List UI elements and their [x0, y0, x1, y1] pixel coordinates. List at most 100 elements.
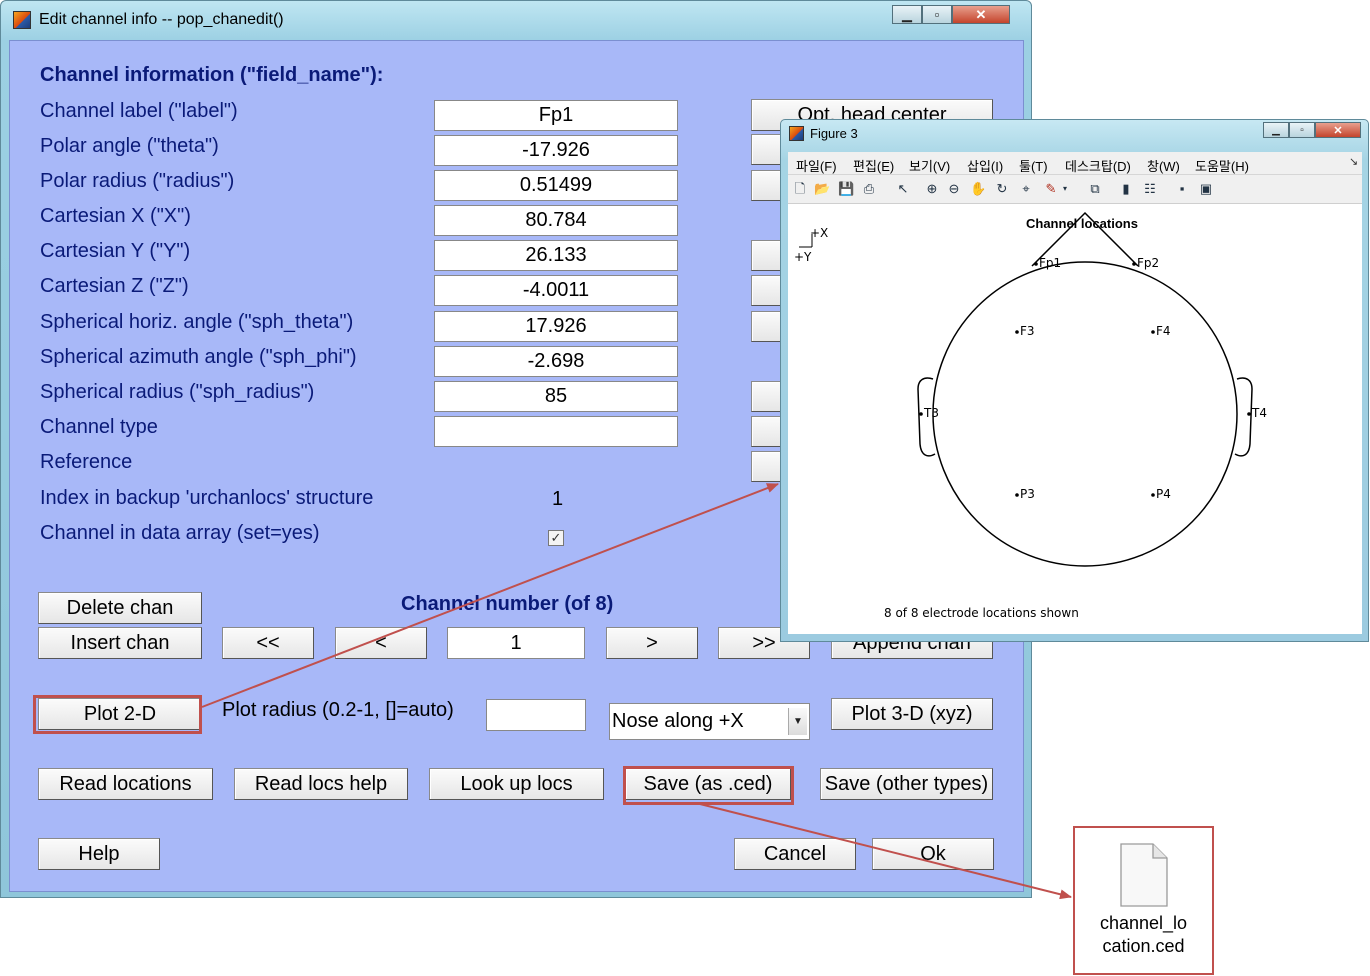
file-name[interactable]: channel_lo cation.ced	[1075, 912, 1212, 958]
menu-insert[interactable]: 삽입(I)	[967, 156, 1003, 175]
electrode-marker-t3	[919, 412, 923, 416]
ok-button[interactable]: Ok	[872, 838, 994, 870]
channel-label-field[interactable]: Fp1	[434, 100, 678, 131]
figure-title: Figure 3	[810, 126, 858, 141]
data-cursor-icon[interactable]: ⌖	[1018, 181, 1034, 197]
plot-radius-label: Plot radius (0.2-1, []=auto)	[222, 699, 454, 721]
brush-dropdown-icon[interactable]: ▾	[1060, 181, 1070, 197]
label-polar-radius: Polar radius ("radius")	[40, 170, 235, 192]
window-title: Edit channel info -- pop_chanedit()	[39, 11, 284, 28]
colorbar-icon[interactable]: ▮	[1118, 181, 1134, 197]
polar-radius-field[interactable]: 0.51499	[434, 170, 678, 201]
electrode-label-p4: P4	[1156, 487, 1171, 501]
figure-matlab-logo-icon	[789, 126, 804, 141]
hide-plot-tools-icon[interactable]: ▪	[1174, 181, 1190, 197]
save-other-types-button[interactable]: Save (other types)	[820, 768, 993, 800]
electrode-label-p3: P3	[1020, 487, 1035, 501]
matlab-logo-icon	[13, 11, 31, 29]
help-button[interactable]: Help	[38, 838, 160, 870]
menu-desktop[interactable]: 데스크탑(D)	[1065, 156, 1131, 175]
electrode-label-f4: F4	[1156, 324, 1171, 338]
print-figure-icon[interactable]: ⎙	[861, 181, 877, 197]
label-reference: Reference	[40, 451, 133, 473]
save-figure-icon[interactable]: 💾	[838, 181, 854, 197]
cartesian-z-field[interactable]: -4.0011	[434, 275, 678, 306]
file-name-line2: cation.ced	[1102, 936, 1185, 956]
sph-phi-field[interactable]: -2.698	[434, 346, 678, 377]
figure-toolbar: 🗋 📂 💾 ⎙ ↖ ⊕ ⊖ ✋ ↻ ⌖ ✎ ▾ ⧉ ▮ ☷ ▪ ▣	[788, 175, 1362, 204]
label-sph-radius: Spherical radius ("sph_radius")	[40, 381, 315, 403]
look-up-locs-button[interactable]: Look up locs	[429, 768, 604, 800]
open-file-icon[interactable]: 📂	[814, 181, 830, 197]
delete-chan-button[interactable]: Delete chan	[38, 592, 202, 624]
first-channel-button[interactable]: <<	[222, 627, 314, 659]
minimize-button[interactable]: ▁	[892, 5, 922, 24]
electrode-marker-fp1	[1034, 262, 1038, 266]
menu-window[interactable]: 창(W)	[1147, 156, 1180, 175]
dropdown-arrow-icon[interactable]: ▼	[788, 708, 807, 735]
nose-direction-value: Nose along +X	[612, 710, 744, 732]
channel-type-field[interactable]	[434, 416, 678, 447]
menu-tools[interactable]: 툴(T)	[1019, 156, 1048, 175]
plot-footer: 8 of 8 electrode locations shown	[884, 606, 1079, 620]
save-ced-highlight	[623, 766, 794, 805]
label-sph-phi: Spherical azimuth angle ("sph_phi")	[40, 346, 357, 368]
electrode-marker-t4	[1247, 412, 1251, 416]
figure-minimize-button[interactable]: ▁	[1263, 122, 1289, 138]
file-name-line1: channel_lo	[1099, 913, 1188, 933]
cancel-button[interactable]: Cancel	[734, 838, 856, 870]
zoom-out-icon[interactable]: ⊖	[946, 181, 962, 197]
close-button[interactable]: ✕	[952, 5, 1010, 24]
sph-theta-field[interactable]: 17.926	[434, 311, 678, 342]
read-locs-help-button[interactable]: Read locs help	[234, 768, 408, 800]
figure-close-button[interactable]: ✕	[1315, 122, 1361, 138]
label-cartesian-y: Cartesian Y ("Y")	[40, 240, 191, 262]
menu-overflow-icon[interactable]: ↘	[1349, 155, 1358, 168]
show-plot-tools-icon[interactable]: ▣	[1198, 181, 1214, 197]
pan-icon[interactable]: ✋	[970, 181, 986, 197]
nose-direction-select[interactable]: Nose along +X ▼	[609, 703, 810, 740]
axis-y-label: +Y	[794, 250, 812, 264]
plot-3d-button[interactable]: Plot 3-D (xyz)	[831, 698, 993, 730]
label-cartesian-x: Cartesian X ("X")	[40, 205, 191, 227]
maximize-button[interactable]: ▫	[922, 5, 952, 24]
insert-chan-button[interactable]: Insert chan	[38, 627, 202, 659]
electrode-marker-p3	[1015, 493, 1019, 497]
read-locations-button[interactable]: Read locations	[38, 768, 213, 800]
electrode-label-t4: T4	[1252, 406, 1267, 420]
channel-number-field[interactable]: 1	[447, 627, 585, 659]
index-backup-value: 1	[552, 488, 564, 510]
in-data-array-checkbox[interactable]: ✓	[548, 530, 564, 546]
electrode-marker-f4	[1151, 330, 1155, 334]
electrode-label-fp2: Fp2	[1137, 256, 1160, 270]
polar-angle-field[interactable]: -17.926	[434, 135, 678, 166]
menu-view[interactable]: 보기(V)	[909, 156, 950, 175]
menu-edit[interactable]: 편집(E)	[853, 156, 894, 175]
next-channel-button[interactable]: >	[606, 627, 698, 659]
figure-maximize-button[interactable]: ▫	[1289, 122, 1315, 138]
ced-file-box: channel_lo cation.ced	[1073, 826, 1214, 975]
menu-help[interactable]: 도움말(H)	[1195, 156, 1249, 175]
figure-canvas: Channel locations +X +Y Fp1 Fp2 F3 F4 T3…	[788, 204, 1362, 634]
axis-x-label: +X	[810, 226, 829, 240]
edit-plot-icon[interactable]: ↖	[895, 181, 911, 197]
sph-radius-field[interactable]: 85	[434, 381, 678, 412]
section-header: Channel information ("field_name"):	[40, 64, 384, 86]
cartesian-x-field[interactable]: 80.784	[434, 205, 678, 236]
brush-icon[interactable]: ✎	[1043, 181, 1059, 197]
electrode-marker-fp2	[1132, 262, 1136, 266]
zoom-in-icon[interactable]: ⊕	[924, 181, 940, 197]
new-figure-icon[interactable]: 🗋	[792, 181, 808, 197]
file-icon[interactable]	[1119, 842, 1169, 908]
rotate-3d-icon[interactable]: ↻	[994, 181, 1010, 197]
electrode-label-fp1: Fp1	[1039, 256, 1062, 270]
legend-icon[interactable]: ☷	[1142, 181, 1158, 197]
menu-file[interactable]: 파일(F)	[796, 156, 837, 175]
cartesian-y-field[interactable]: 26.133	[434, 240, 678, 271]
label-channel-type: Channel type	[40, 416, 158, 438]
electrode-marker-p4	[1151, 493, 1155, 497]
channel-locations-plot	[799, 211, 1253, 567]
plot-radius-field[interactable]	[486, 699, 586, 731]
link-plot-icon[interactable]: ⧉	[1087, 181, 1103, 197]
prev-channel-button[interactable]: <	[335, 627, 427, 659]
